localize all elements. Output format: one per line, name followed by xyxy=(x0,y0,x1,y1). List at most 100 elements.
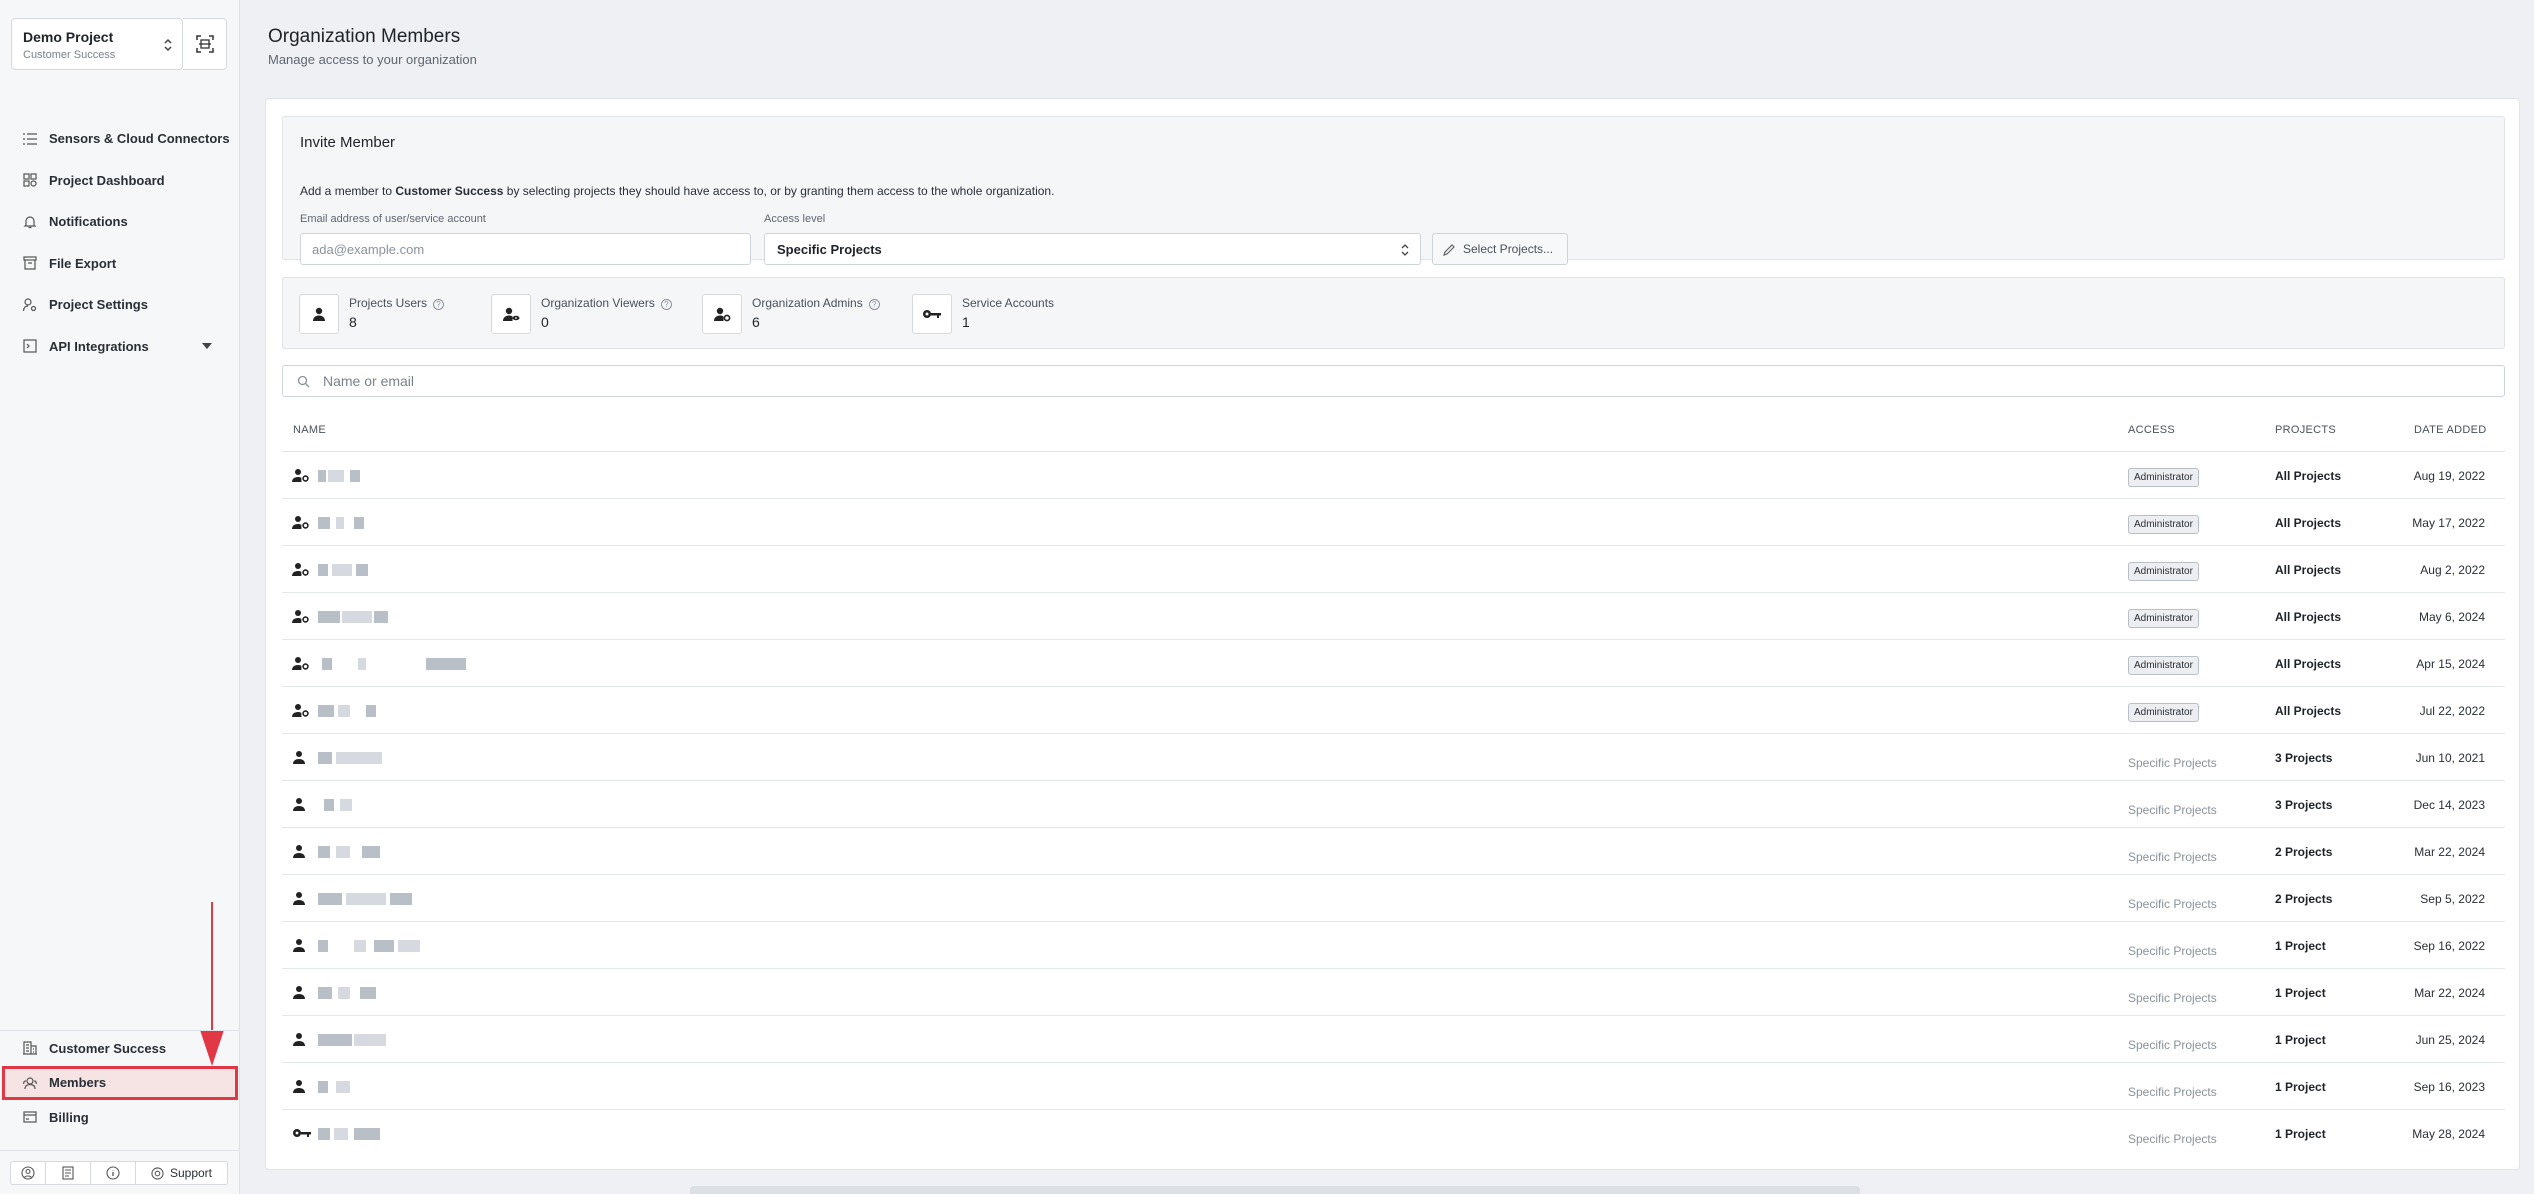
table-row[interactable]: Administrator All Projects Apr 15, 2024 xyxy=(282,640,2505,687)
nav-members[interactable]: Members xyxy=(2,1065,238,1100)
table-row[interactable]: Administrator All Projects Aug 2, 2022 xyxy=(282,546,2505,593)
table-row[interactable]: Specific Projects 1 Project May 28, 2024 xyxy=(282,1110,2505,1157)
date-added-cell: Jun 10, 2021 xyxy=(2415,751,2485,765)
help-icon[interactable]: ? xyxy=(868,299,880,310)
page-subtitle: Manage access to your organization xyxy=(268,52,477,67)
select-projects-button[interactable]: Select Projects... xyxy=(1432,233,1568,265)
projects-cell[interactable]: All Projects xyxy=(2275,563,2341,577)
projects-cell[interactable]: All Projects xyxy=(2275,469,2341,483)
table-row[interactable]: Specific Projects 1 Project Jun 25, 2024 xyxy=(282,1016,2505,1063)
credit-card-icon xyxy=(22,1109,38,1125)
projects-cell[interactable]: 3 Projects xyxy=(2275,798,2332,812)
nav-label: Project Settings xyxy=(49,297,148,313)
help-icon[interactable]: ? xyxy=(660,299,672,310)
member-search[interactable] xyxy=(282,365,2505,397)
nav-label: Members xyxy=(49,1075,107,1091)
project-switcher[interactable]: Demo Project Customer Success xyxy=(11,18,183,70)
projects-cell[interactable]: All Projects xyxy=(2275,610,2341,624)
table-row[interactable]: Specific Projects 1 Project Sep 16, 2023 xyxy=(282,1063,2505,1110)
table-row[interactable]: Specific Projects 3 Projects Dec 14, 2023 xyxy=(282,781,2505,828)
stat-label: Service Accounts xyxy=(962,296,1055,310)
table-row[interactable]: Administrator All Projects May 17, 2022 xyxy=(282,499,2505,546)
nav-project-dashboard[interactable]: Project Dashboard xyxy=(0,160,240,202)
date-added-cell: Sep 16, 2022 xyxy=(2413,939,2485,953)
member-type-icon xyxy=(292,891,308,910)
stat-value: 0 xyxy=(541,314,549,330)
date-added-cell: May 17, 2022 xyxy=(2412,516,2485,530)
select-projects-label: Select Projects... xyxy=(1463,242,1554,256)
info-icon xyxy=(106,1166,120,1180)
user-gear-icon xyxy=(22,297,38,313)
member-type-icon xyxy=(292,703,310,722)
access-level-select[interactable]: Specific Projects xyxy=(764,233,1421,265)
table-row[interactable]: Specific Projects 3 Projects Jun 10, 2021 xyxy=(282,734,2505,781)
col-projects-header[interactable]: PROJECTS xyxy=(2275,424,2336,436)
support-button[interactable]: Support xyxy=(136,1161,228,1185)
table-row[interactable]: Administrator All Projects May 6, 2024 xyxy=(282,593,2505,640)
stat-value: 6 xyxy=(752,314,760,330)
table-row[interactable]: Administrator All Projects Jul 22, 2022 xyxy=(282,687,2505,734)
projects-cell[interactable]: 2 Projects xyxy=(2275,892,2332,906)
projects-cell[interactable]: 1 Project xyxy=(2275,939,2326,953)
table-row[interactable]: Specific Projects 1 Project Sep 16, 2022 xyxy=(282,922,2505,969)
member-type-icon xyxy=(292,985,308,1004)
scan-button[interactable] xyxy=(183,18,227,70)
projects-cell[interactable]: All Projects xyxy=(2275,657,2341,671)
search-input[interactable] xyxy=(323,371,2473,391)
nav-label: Billing xyxy=(49,1109,89,1125)
nav-sensors[interactable]: Sensors & Cloud Connectors xyxy=(0,118,240,160)
member-type-icon xyxy=(292,1032,308,1051)
projects-cell[interactable]: 2 Projects xyxy=(2275,845,2332,859)
access-level-label: Access level xyxy=(764,213,826,225)
nav-api-integrations[interactable]: API Integrations xyxy=(0,326,240,368)
date-added-cell: Jun 25, 2024 xyxy=(2415,1033,2485,1047)
access-text: Specific Projects xyxy=(2128,1132,2217,1146)
col-name-header[interactable]: NAME xyxy=(293,424,326,436)
nav-billing[interactable]: Billing xyxy=(0,1100,240,1135)
access-cell: Administrator xyxy=(2128,467,2199,487)
table-row[interactable]: Administrator All Projects Aug 19, 2022 xyxy=(282,452,2505,499)
nav-customer-success[interactable]: Customer Success xyxy=(0,1031,240,1066)
invite-org-name: Customer Success xyxy=(395,184,504,198)
access-text: Specific Projects xyxy=(2128,944,2217,958)
updown-chevron-icon xyxy=(164,38,172,52)
member-type-icon xyxy=(292,1079,308,1098)
col-access-header[interactable]: ACCESS xyxy=(2128,424,2175,436)
help-icon[interactable]: ? xyxy=(433,299,445,310)
date-added-cell: May 6, 2024 xyxy=(2418,610,2485,624)
user-icon xyxy=(293,986,305,999)
key-icon xyxy=(293,1129,311,1137)
projects-cell[interactable]: All Projects xyxy=(2275,704,2341,718)
nav-label: API Integrations xyxy=(49,338,149,354)
book-icon xyxy=(62,1166,74,1180)
nav-notifications[interactable]: Notifications xyxy=(0,201,240,243)
docs-button[interactable] xyxy=(46,1161,91,1185)
user-circle-icon xyxy=(21,1166,35,1180)
nav-label: File Export xyxy=(49,255,117,271)
nav-project-settings[interactable]: Project Settings xyxy=(0,284,240,326)
projects-cell[interactable]: All Projects xyxy=(2275,516,2341,530)
access-badge: Administrator xyxy=(2128,515,2199,534)
table-row[interactable]: Specific Projects 2 Projects Mar 22, 2024 xyxy=(282,828,2505,875)
email-input[interactable] xyxy=(300,233,751,265)
col-date-header[interactable]: DATE ADDED xyxy=(2414,424,2486,436)
date-added-cell: Sep 16, 2023 xyxy=(2413,1080,2485,1094)
projects-cell[interactable]: 1 Project xyxy=(2275,1080,2326,1094)
account-button[interactable] xyxy=(10,1161,46,1185)
table-row[interactable]: Specific Projects 2 Projects Sep 5, 2022 xyxy=(282,875,2505,922)
access-badge: Administrator xyxy=(2128,703,2199,722)
nav-file-export[interactable]: File Export xyxy=(0,243,240,285)
members-icon xyxy=(22,1075,38,1091)
info-button[interactable] xyxy=(91,1161,136,1185)
date-added-cell: Apr 15, 2024 xyxy=(2416,657,2485,671)
projects-cell[interactable]: 1 Project xyxy=(2275,1033,2326,1047)
member-type-icon xyxy=(292,938,308,957)
scroll-shadow xyxy=(690,1186,1860,1194)
sidebar: Demo Project Customer Success Sensors & … xyxy=(0,0,240,1194)
caret-down-icon[interactable] xyxy=(202,342,212,349)
projects-cell[interactable]: 3 Projects xyxy=(2275,751,2332,765)
table-row[interactable]: Specific Projects 1 Project Mar 22, 2024 xyxy=(282,969,2505,1016)
projects-cell[interactable]: 1 Project xyxy=(2275,986,2326,1000)
stat-value: 8 xyxy=(349,314,357,330)
projects-cell[interactable]: 1 Project xyxy=(2275,1127,2326,1141)
